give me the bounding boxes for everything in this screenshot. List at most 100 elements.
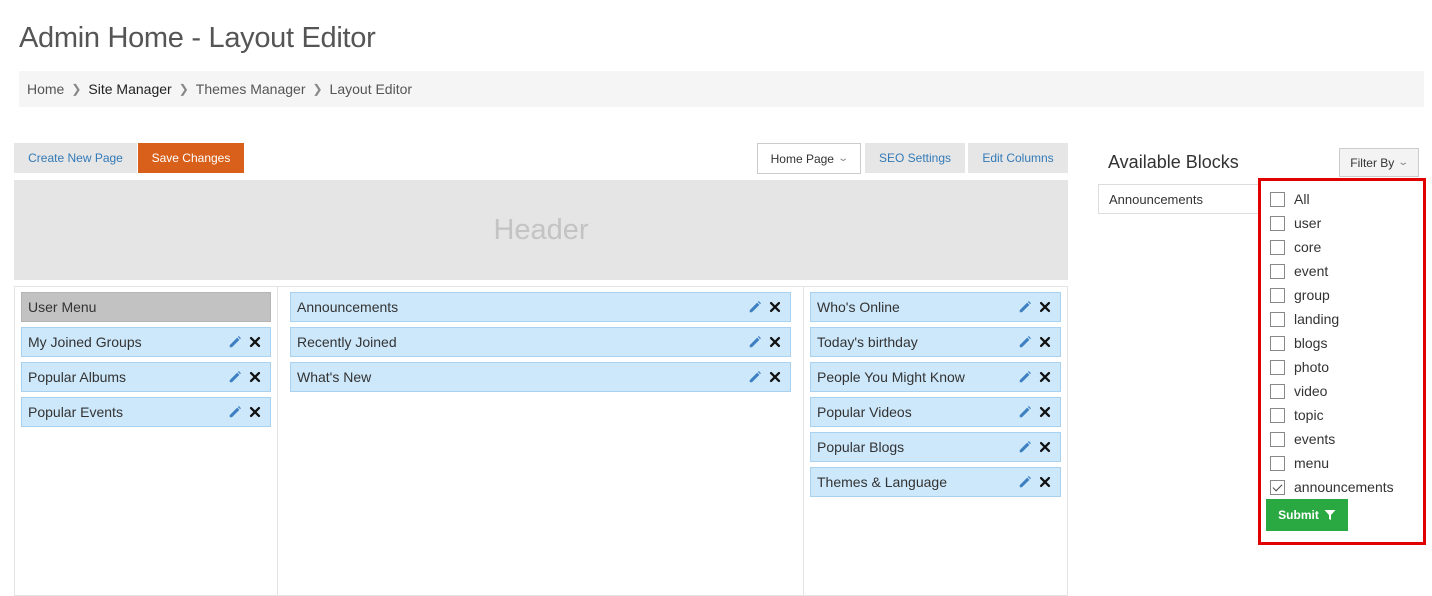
block-label: People You Might Know bbox=[817, 369, 965, 385]
pencil-icon[interactable] bbox=[1018, 475, 1032, 489]
filter-option-label: announcements bbox=[1294, 479, 1394, 495]
checkbox[interactable] bbox=[1270, 215, 1285, 231]
pencil-icon[interactable] bbox=[228, 370, 242, 384]
pencil-icon[interactable] bbox=[1018, 440, 1032, 454]
filter-by-button[interactable]: Filter By ⌄ bbox=[1339, 148, 1419, 177]
chevron-right-icon: ❯ bbox=[312, 82, 323, 96]
filter-option-topic[interactable]: topic bbox=[1270, 406, 1324, 424]
breadcrumb: Home ❯ Site Manager ❯ Themes Manager ❯ L… bbox=[19, 71, 1424, 107]
close-icon[interactable] bbox=[248, 405, 262, 419]
create-new-page-button[interactable]: Create New Page bbox=[14, 143, 137, 173]
submit-button[interactable]: Submit bbox=[1266, 499, 1348, 531]
close-icon[interactable] bbox=[248, 335, 262, 349]
page-select-value: Home Page bbox=[770, 151, 834, 166]
layout-block[interactable]: My Joined Groups bbox=[21, 327, 271, 357]
submit-label: Submit bbox=[1278, 508, 1319, 522]
filter-option-label: topic bbox=[1294, 407, 1324, 423]
filter-by-label: Filter By bbox=[1350, 155, 1395, 170]
filter-option-group[interactable]: group bbox=[1270, 286, 1330, 304]
block-label: User Menu bbox=[28, 299, 97, 315]
pencil-icon[interactable] bbox=[748, 370, 762, 384]
filter-option-label: blogs bbox=[1294, 335, 1328, 351]
filter-option-label: menu bbox=[1294, 455, 1330, 471]
checkbox[interactable] bbox=[1270, 239, 1285, 255]
checkbox[interactable] bbox=[1270, 431, 1285, 447]
filter-option-events[interactable]: events bbox=[1270, 430, 1335, 448]
layout-block[interactable]: What's New bbox=[290, 362, 791, 392]
block-label: Announcements bbox=[297, 299, 399, 315]
close-icon[interactable] bbox=[1038, 440, 1052, 454]
layout-block[interactable]: Recently Joined bbox=[290, 327, 791, 357]
layout-block[interactable]: Announcements bbox=[290, 292, 791, 322]
layout-block[interactable]: Popular Events bbox=[21, 397, 271, 427]
filter-option-core[interactable]: core bbox=[1270, 238, 1321, 256]
breadcrumb-site-manager[interactable]: Site Manager bbox=[88, 81, 171, 97]
block-label: Today's birthday bbox=[817, 334, 918, 350]
close-icon[interactable] bbox=[768, 335, 782, 349]
pencil-icon[interactable] bbox=[1018, 335, 1032, 349]
pencil-icon[interactable] bbox=[228, 335, 242, 349]
breadcrumb-home[interactable]: Home bbox=[27, 81, 64, 97]
available-block-item[interactable]: Announcements bbox=[1098, 184, 1264, 214]
filter-option-landing[interactable]: landing bbox=[1270, 310, 1339, 328]
filter-option-video[interactable]: video bbox=[1270, 382, 1327, 400]
layout-block[interactable]: Today's birthday bbox=[810, 327, 1061, 357]
edit-columns-button[interactable]: Edit Columns bbox=[968, 143, 1068, 173]
layout-block[interactable]: People You Might Know bbox=[810, 362, 1061, 392]
checkbox[interactable] bbox=[1270, 455, 1285, 471]
filter-option-all[interactable]: All bbox=[1270, 190, 1310, 208]
filter-option-user[interactable]: user bbox=[1270, 214, 1321, 232]
filter-option-label: core bbox=[1294, 239, 1322, 255]
layout-block[interactable]: Themes & Language bbox=[810, 467, 1061, 497]
block-label: Popular Blogs bbox=[817, 439, 905, 455]
pencil-icon[interactable] bbox=[1018, 300, 1032, 314]
close-icon[interactable] bbox=[768, 370, 782, 384]
filter-option-menu[interactable]: menu bbox=[1270, 454, 1329, 472]
filter-option-blogs[interactable]: blogs bbox=[1270, 334, 1327, 352]
filter-option-label: All bbox=[1294, 191, 1310, 207]
filter-option-label: events bbox=[1294, 431, 1336, 447]
checkbox[interactable] bbox=[1270, 359, 1285, 375]
block-label: Popular Videos bbox=[817, 404, 912, 420]
close-icon[interactable] bbox=[1038, 335, 1052, 349]
pencil-icon[interactable] bbox=[748, 300, 762, 314]
checkbox[interactable] bbox=[1270, 263, 1285, 279]
checkbox-checked[interactable] bbox=[1270, 479, 1285, 495]
close-icon[interactable] bbox=[1038, 370, 1052, 384]
layout-block[interactable]: Popular Albums bbox=[21, 362, 271, 392]
filter-option-label: event bbox=[1294, 263, 1329, 279]
page-select-dropdown[interactable]: Home Page ⌄ bbox=[757, 143, 861, 174]
user-menu-block[interactable]: User Menu bbox=[21, 292, 271, 322]
filter-icon bbox=[1324, 510, 1336, 520]
checkbox[interactable] bbox=[1270, 335, 1285, 351]
pencil-icon[interactable] bbox=[1018, 405, 1032, 419]
close-icon[interactable] bbox=[1038, 475, 1052, 489]
filter-option-announcements[interactable]: announcements bbox=[1270, 478, 1394, 496]
filter-option-photo[interactable]: photo bbox=[1270, 358, 1329, 376]
pencil-icon[interactable] bbox=[748, 335, 762, 349]
filter-option-label: video bbox=[1294, 383, 1328, 399]
breadcrumb-themes-manager[interactable]: Themes Manager bbox=[196, 81, 306, 97]
chevron-right-icon: ❯ bbox=[178, 82, 189, 96]
pencil-icon[interactable] bbox=[228, 405, 242, 419]
close-icon[interactable] bbox=[1038, 300, 1052, 314]
seo-settings-button[interactable]: SEO Settings bbox=[865, 143, 965, 173]
layout-block[interactable]: Popular Blogs bbox=[810, 432, 1061, 462]
pencil-icon[interactable] bbox=[1018, 370, 1032, 384]
filter-option-event[interactable]: event bbox=[1270, 262, 1328, 280]
checkbox[interactable] bbox=[1270, 287, 1285, 303]
checkbox[interactable] bbox=[1270, 191, 1285, 207]
header-region: Header bbox=[14, 180, 1068, 280]
middle-column: Announcements Recently Joined What's New bbox=[277, 286, 804, 596]
close-icon[interactable] bbox=[768, 300, 782, 314]
close-icon[interactable] bbox=[1038, 405, 1052, 419]
save-changes-button[interactable]: Save Changes bbox=[138, 143, 244, 173]
layout-block[interactable]: Who's Online bbox=[810, 292, 1061, 322]
checkbox[interactable] bbox=[1270, 383, 1285, 399]
close-icon[interactable] bbox=[248, 370, 262, 384]
checkbox[interactable] bbox=[1270, 311, 1285, 327]
filter-dropdown-panel: All user core event group landing blogs … bbox=[1258, 178, 1426, 545]
layout-block[interactable]: Popular Videos bbox=[810, 397, 1061, 427]
filter-option-label: photo bbox=[1294, 359, 1330, 375]
checkbox[interactable] bbox=[1270, 407, 1285, 423]
